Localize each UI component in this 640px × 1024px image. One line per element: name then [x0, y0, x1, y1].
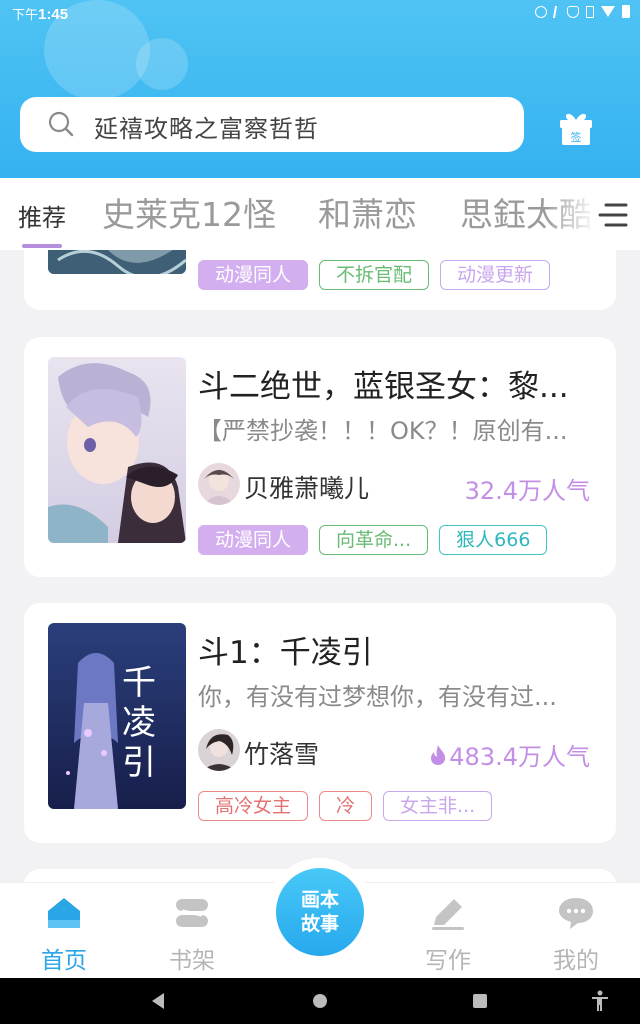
sign-in-gift-button[interactable]: 签	[556, 108, 596, 148]
picture-story-button[interactable]: 画本 故事	[276, 868, 364, 956]
tag[interactable]: 冷	[319, 791, 373, 821]
tag[interactable]: 不拆官配	[319, 260, 430, 290]
vibrate-icon	[586, 5, 594, 18]
bookshelf-icon	[176, 899, 208, 927]
author-name[interactable]: 贝雅萧曦儿	[244, 469, 369, 505]
tag[interactable]: 动漫更新	[440, 260, 551, 290]
tag-row: 动漫同人 向革命... 狠人666	[198, 525, 548, 555]
book-feed[interactable]: 动漫同人 不拆官配 动漫更新 斗二绝世，蓝银圣女：黎... 【严禁抄袭！！！OK…	[0, 250, 640, 882]
tab-shrek-12[interactable]: 史莱克12怪	[102, 188, 276, 236]
svg-text:签: 签	[571, 130, 582, 144]
book-description: 【严禁抄袭！！！OK？！原创有...	[198, 417, 568, 445]
nav-write[interactable]: 写作	[403, 895, 493, 975]
status-bar: 下午1:45	[0, 0, 640, 26]
tag[interactable]: 动漫同人	[198, 525, 309, 555]
book-title[interactable]: 斗二绝世，蓝银圣女：黎...	[198, 361, 598, 406]
menu-icon[interactable]	[598, 202, 628, 228]
battery-icon	[622, 5, 630, 18]
search-placeholder: 延禧攻略之富察哲哲	[94, 115, 319, 143]
accessibility-icon[interactable]	[590, 990, 610, 1012]
book-cover[interactable]	[48, 357, 186, 543]
search-icon	[48, 111, 74, 137]
app-header: 下午1:45 延禧攻略之富察哲哲 签	[0, 0, 640, 178]
cover-title: 千凌引	[122, 663, 156, 783]
author-name[interactable]: 竹落雪	[244, 735, 319, 771]
book-title[interactable]: 斗1：千凌引	[198, 627, 598, 672]
wifi-icon	[601, 6, 615, 17]
home-icon	[48, 898, 80, 928]
avatar[interactable]	[198, 463, 240, 505]
home-circle-icon[interactable]	[313, 994, 327, 1008]
popularity: 32.4万人气	[464, 477, 590, 505]
tag[interactable]: 高冷女主	[198, 791, 309, 821]
pencil-icon	[432, 899, 464, 930]
recents-icon[interactable]	[473, 994, 487, 1008]
tag[interactable]: 女主非...	[383, 791, 493, 821]
book-description: 你，有没有过梦想你，有没有过...	[198, 683, 557, 711]
tab-he-xiao-lian[interactable]: 和萧恋	[318, 188, 417, 236]
flame-icon	[431, 744, 446, 765]
book-cover[interactable]: 千凌引	[48, 623, 186, 809]
tag-row: 动漫同人 不拆官配 动漫更新	[198, 260, 551, 290]
nav-bookshelf[interactable]: 书架	[147, 895, 237, 975]
system-navigation-bar	[0, 978, 640, 1024]
tag[interactable]: 狠人666	[439, 525, 548, 555]
book-card[interactable]: 斗二绝世，蓝银圣女：黎... 【严禁抄袭！！！OK？！原创有... 贝雅萧曦儿 …	[24, 337, 616, 577]
sync-icon	[535, 5, 547, 18]
search-bar[interactable]: 延禧攻略之富察哲哲	[20, 97, 524, 152]
popularity: 483.4万人气	[429, 737, 590, 772]
bluetooth-icon	[552, 5, 562, 18]
avatar[interactable]	[198, 729, 240, 771]
category-tabs: 推荐 史莱克12怪 和萧恋 思鈺太酷	[0, 178, 640, 250]
book-cover[interactable]	[48, 250, 186, 274]
book-card[interactable]: 千凌引 斗1：千凌引 你，有没有过梦想你，有没有过... 竹落雪 483.4万人…	[24, 603, 616, 843]
tag[interactable]: 向革命...	[319, 525, 429, 555]
chat-bubble-icon	[559, 898, 593, 929]
book-card[interactable]: 动漫同人 不拆官配 动漫更新	[24, 250, 616, 310]
back-icon[interactable]	[152, 993, 164, 1009]
tag-row: 高冷女主 冷 女主非...	[198, 791, 493, 821]
mute-icon	[567, 5, 579, 18]
decorative-bubble	[136, 38, 188, 90]
tab-recommend[interactable]: 推荐	[18, 198, 66, 233]
nav-mine[interactable]: 我的	[531, 895, 621, 975]
tag[interactable]: 动漫同人	[198, 260, 309, 290]
status-time: 下午1:45	[12, 6, 69, 23]
gift-icon: 签	[560, 113, 592, 145]
status-icons	[535, 5, 630, 18]
tab-underline	[22, 244, 62, 248]
nav-home[interactable]: 首页	[19, 895, 109, 975]
